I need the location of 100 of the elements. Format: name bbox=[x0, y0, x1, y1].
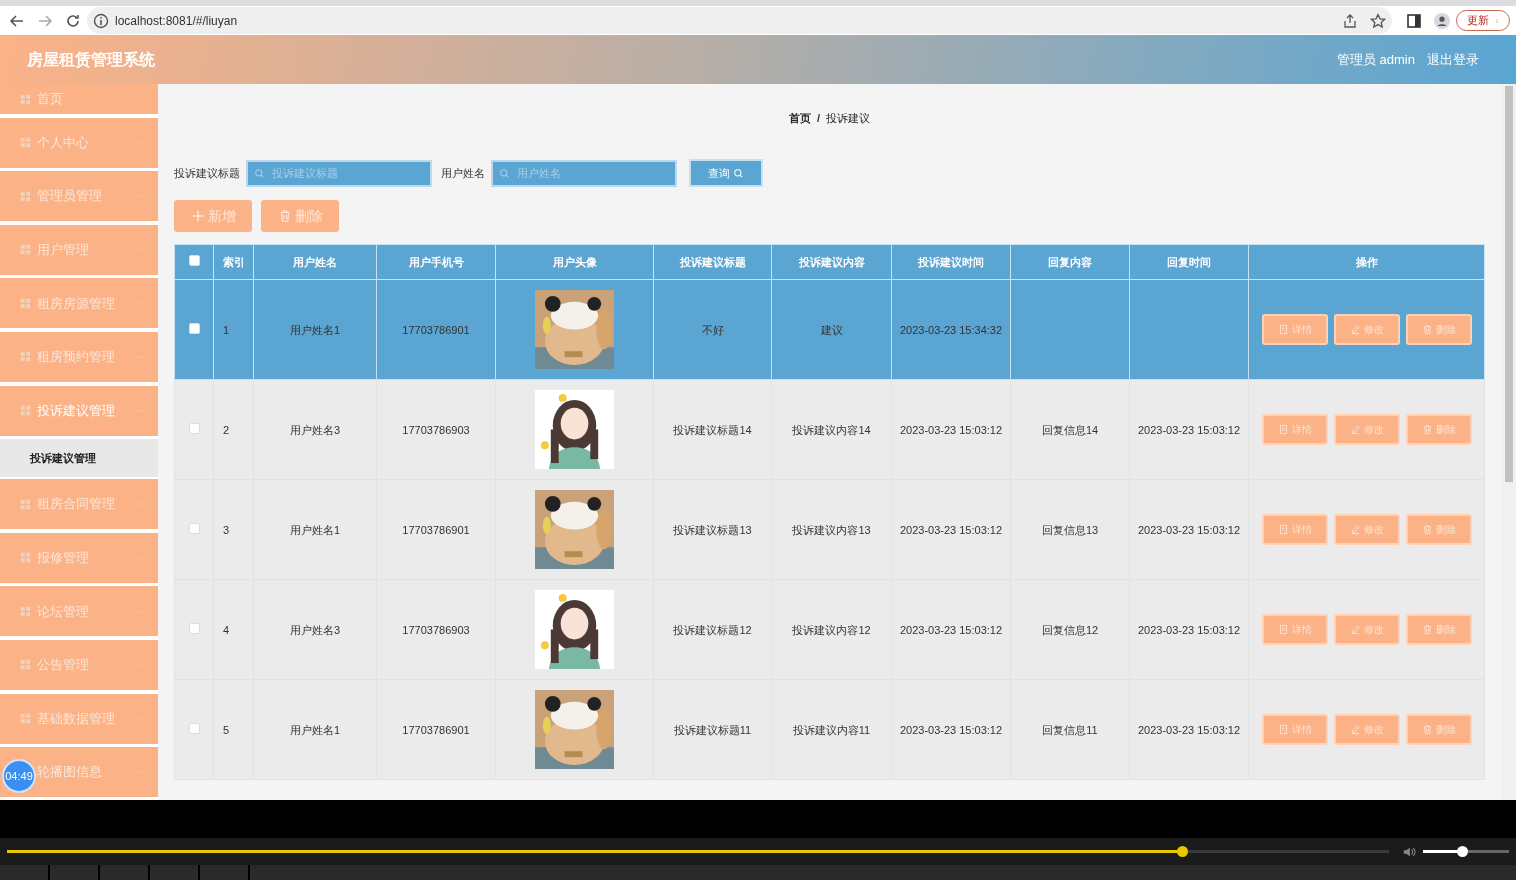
profile-icon bbox=[1434, 12, 1450, 29]
menu-item-icon bbox=[20, 190, 31, 202]
table-cell: 用户姓名1 bbox=[289, 523, 341, 536]
sidebar-item[interactable]: 论坛管理 bbox=[0, 586, 158, 637]
detail-button[interactable]: 详情 bbox=[1261, 714, 1328, 745]
column-header: 回复时间 bbox=[1167, 255, 1211, 268]
table-cell: 投诉建议内容13 bbox=[792, 523, 871, 536]
url-text: localhost:8081/#/liuyan bbox=[115, 12, 238, 30]
table-cell: 投诉建议标题14 bbox=[673, 423, 752, 436]
add-button[interactable]: 新增 bbox=[174, 200, 252, 232]
table-cell: 2023-03-23 15:03:12 bbox=[899, 523, 1003, 536]
query-button[interactable]: 查询 bbox=[689, 159, 763, 187]
menu-item-icon bbox=[20, 605, 31, 617]
detail-button[interactable]: 详情 bbox=[1261, 414, 1328, 445]
table-cell: 回复信息14 bbox=[1041, 423, 1099, 436]
table-cell: 17703786901 bbox=[402, 723, 470, 736]
edit-button[interactable]: 修改 bbox=[1333, 714, 1400, 745]
table-row[interactable]: 2 用户姓名3 17703786903 投诉建议标题14 投诉建议内容14 2023-03-23 15:03:12 回复信息14 2023-03-23 15:03:12 详情 修改 删除 bbox=[174, 379, 1485, 480]
table-cell: 17703786903 bbox=[402, 423, 470, 436]
sidebar-item[interactable]: 公告管理 bbox=[0, 639, 158, 690]
submenu-item[interactable]: 投诉建议管理 bbox=[0, 439, 158, 478]
update-button[interactable]: 更新 bbox=[1456, 10, 1510, 31]
row-checkbox[interactable] bbox=[188, 622, 200, 634]
delete-button[interactable]: 删除 bbox=[261, 200, 339, 232]
pencil-icon bbox=[1349, 424, 1361, 435]
table-row[interactable]: 1 用户姓名1 17703786901 不好 建议 2023-03-23 15:34:32 详情 修改 删除 bbox=[174, 279, 1485, 380]
pencil-icon bbox=[1349, 724, 1361, 735]
menu-item-icon bbox=[20, 93, 31, 105]
delete-button[interactable]: 删除 bbox=[1405, 414, 1472, 445]
table-cell: 4 bbox=[223, 623, 230, 636]
volume-knob[interactable] bbox=[1456, 846, 1468, 857]
table-row[interactable]: 5 用户姓名1 17703786901 投诉建议标题11 投诉建议内容11 2023-03-23 15:03:12 回复信息11 2023-03-23 15:03:12 详情 修改 删除 bbox=[174, 679, 1485, 780]
column-header: 索引 bbox=[222, 255, 245, 268]
column-header: 用户头像 bbox=[552, 255, 597, 268]
progress-knob[interactable] bbox=[1176, 846, 1188, 857]
breadcrumb-link[interactable]: 首页 bbox=[788, 110, 811, 152]
sidebar-item[interactable]: 租房合同管理 bbox=[0, 479, 158, 530]
address-bar[interactable]: localhost:8081/#/liuyan bbox=[87, 7, 1392, 34]
share-icon bbox=[1342, 12, 1358, 29]
sidebar-item[interactable]: 投诉建议管理 bbox=[0, 385, 158, 436]
table-cell: 2 bbox=[223, 423, 230, 436]
edit-button[interactable]: 修改 bbox=[1333, 314, 1400, 345]
table-cell: 17703786901 bbox=[402, 323, 470, 336]
table-cell: 回复信息13 bbox=[1041, 523, 1099, 536]
logout-link[interactable]: 退出登录 bbox=[1427, 49, 1479, 70]
row-checkbox[interactable] bbox=[188, 722, 200, 734]
search-field[interactable]: 用户姓名 bbox=[491, 159, 677, 187]
delete-button[interactable]: 删除 bbox=[1405, 714, 1472, 745]
sidebar-item[interactable]: 个人中心 bbox=[0, 117, 158, 168]
trash-icon bbox=[1421, 724, 1433, 735]
edit-button[interactable]: 修改 bbox=[1333, 514, 1400, 545]
sidebar-item[interactable]: 租房房源管理 bbox=[0, 278, 158, 329]
delete-button[interactable]: 删除 bbox=[1405, 514, 1472, 545]
table-cell: 投诉建议标题11 bbox=[673, 723, 752, 736]
menu-item-icon bbox=[20, 713, 31, 725]
table-cell: 投诉建议内容11 bbox=[792, 723, 871, 736]
row-checkbox[interactable] bbox=[188, 522, 200, 534]
delete-button[interactable]: 删除 bbox=[1405, 614, 1472, 645]
table-cell: 2023-03-23 15:03:12 bbox=[1137, 423, 1241, 436]
sidebar-item[interactable]: 管理员管理 bbox=[0, 171, 158, 222]
breadcrumb-link[interactable]: 投诉建议 bbox=[826, 110, 871, 152]
document-icon bbox=[1277, 324, 1289, 335]
table-cell: 用户姓名3 bbox=[289, 423, 341, 436]
menu-item-icon bbox=[20, 351, 31, 363]
edit-button[interactable]: 修改 bbox=[1333, 614, 1400, 645]
table-row[interactable]: 3 用户姓名1 17703786901 投诉建议标题13 投诉建议内容13 2023-03-23 15:03:12 回复信息13 2023-03-23 15:03:12 详情 修改 删除 bbox=[174, 479, 1485, 580]
back-icon[interactable] bbox=[9, 12, 25, 29]
table-cell: 3 bbox=[223, 523, 230, 536]
trash-icon bbox=[1421, 324, 1433, 335]
sidebar-item[interactable]: 首页 bbox=[0, 84, 158, 114]
pencil-icon bbox=[1349, 624, 1361, 635]
sidebar-item[interactable]: 报修管理 bbox=[0, 532, 158, 583]
document-icon bbox=[1277, 624, 1289, 635]
table-cell: 建议 bbox=[820, 323, 843, 336]
menu-item-icon bbox=[20, 137, 31, 149]
table-cell: 投诉建议标题13 bbox=[673, 523, 752, 536]
table-cell: 投诉建议内容12 bbox=[792, 623, 871, 636]
detail-button[interactable]: 详情 bbox=[1261, 314, 1328, 345]
detail-button[interactable]: 详情 bbox=[1261, 514, 1328, 545]
side-panel-icon bbox=[1406, 12, 1422, 29]
table-cell: 回复信息11 bbox=[1042, 723, 1098, 736]
select-all-checkbox[interactable] bbox=[188, 254, 200, 266]
table-cell: 不好 bbox=[701, 323, 724, 336]
sidebar-item[interactable]: 用户管理 bbox=[0, 224, 158, 275]
edit-button[interactable]: 修改 bbox=[1333, 414, 1400, 445]
detail-button[interactable]: 详情 bbox=[1261, 614, 1328, 645]
row-checkbox[interactable] bbox=[188, 322, 200, 334]
reload-icon bbox=[65, 12, 81, 29]
sidebar-item[interactable]: 租房预约管理 bbox=[0, 331, 158, 382]
column-header: 投诉建议时间 bbox=[918, 255, 984, 268]
delete-button[interactable]: 删除 bbox=[1405, 314, 1472, 345]
search-field[interactable]: 投诉建议标题 bbox=[246, 159, 432, 187]
pencil-icon bbox=[1349, 524, 1361, 535]
table-row[interactable]: 4 用户姓名3 17703786903 投诉建议标题12 投诉建议内容12 2023-03-23 15:03:12 回复信息12 2023-03-23 15:03:12 详情 修改 删除 bbox=[174, 579, 1485, 680]
row-checkbox[interactable] bbox=[188, 422, 200, 434]
app-title: 房屋租赁管理系统 bbox=[27, 49, 155, 70]
scrollbar[interactable] bbox=[1502, 84, 1516, 800]
column-header: 操作 bbox=[1355, 255, 1378, 268]
sidebar-item[interactable]: 基础数据管理 bbox=[0, 693, 158, 744]
table-cell: 2023-03-23 15:03:12 bbox=[899, 623, 1003, 636]
